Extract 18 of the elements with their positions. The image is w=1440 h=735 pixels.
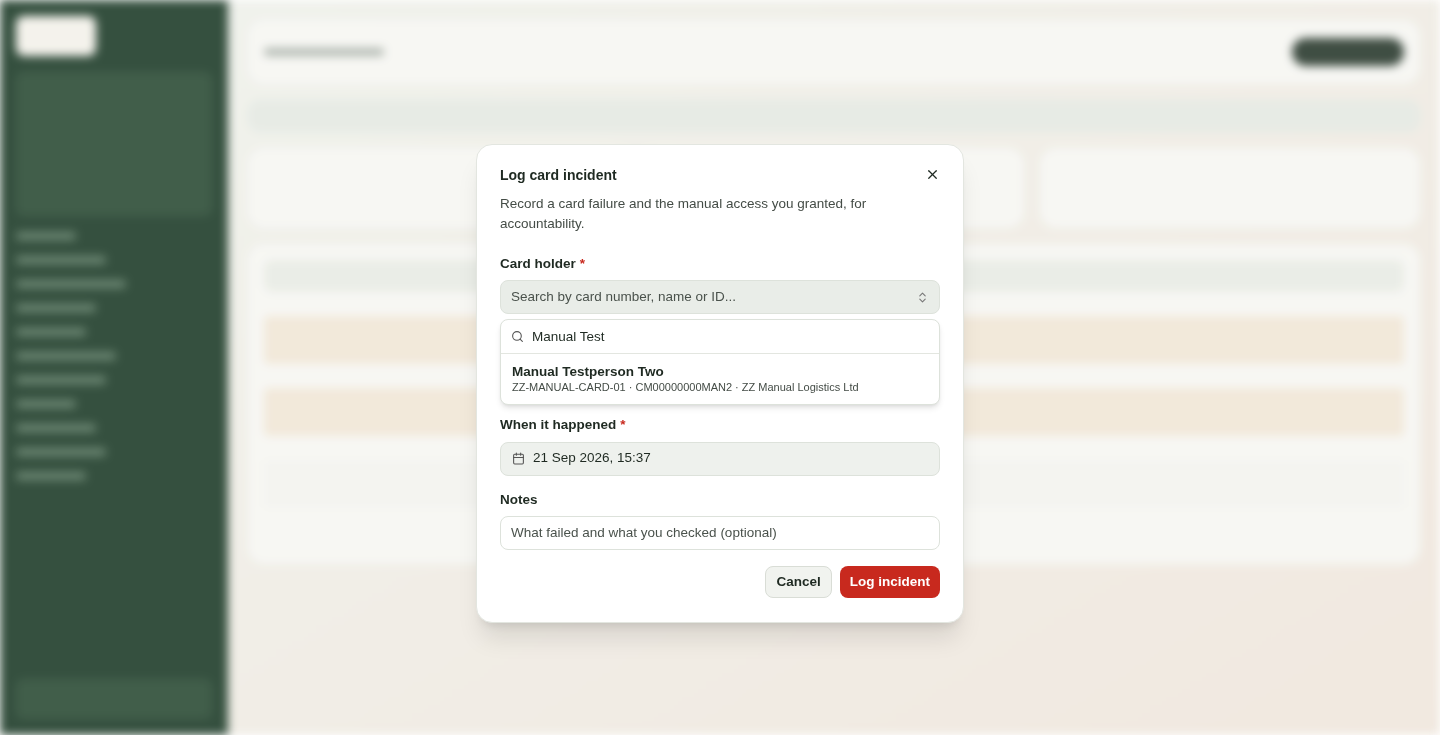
dialog-description: Record a card failure and the manual access you granted, for accountability. — [500, 195, 868, 233]
chevrons-icon — [916, 290, 929, 304]
notes-field[interactable]: What failed and what you checked (optional) — [500, 515, 940, 550]
required-mark: * — [579, 255, 586, 273]
cancel-button[interactable]: Cancel — [765, 565, 832, 598]
field-label: Card holder — [500, 255, 576, 273]
field-label: Notes — [500, 490, 539, 509]
card-holder-select[interactable]: Search by card number, name or ID... — [500, 280, 940, 315]
result-option[interactable]: Manual Testperson Two ZZ-MANUAL-CARD-01 · CM00000000MAN2 · ZZ Manual Logistics Ltd — [501, 354, 939, 405]
log-incident-button[interactable]: Log incident — [839, 565, 940, 598]
calendar-icon — [512, 452, 525, 465]
date-time-field[interactable]: 21 Sep 2026, 15:37 — [500, 441, 940, 476]
required-mark: * — [620, 416, 626, 435]
field-label: When it happened — [500, 416, 617, 435]
search-field[interactable]: Manual Test — [532, 326, 929, 347]
search-icon — [511, 330, 524, 344]
dialog-title: Log card incident — [500, 166, 617, 185]
close-icon[interactable] — [925, 167, 940, 182]
